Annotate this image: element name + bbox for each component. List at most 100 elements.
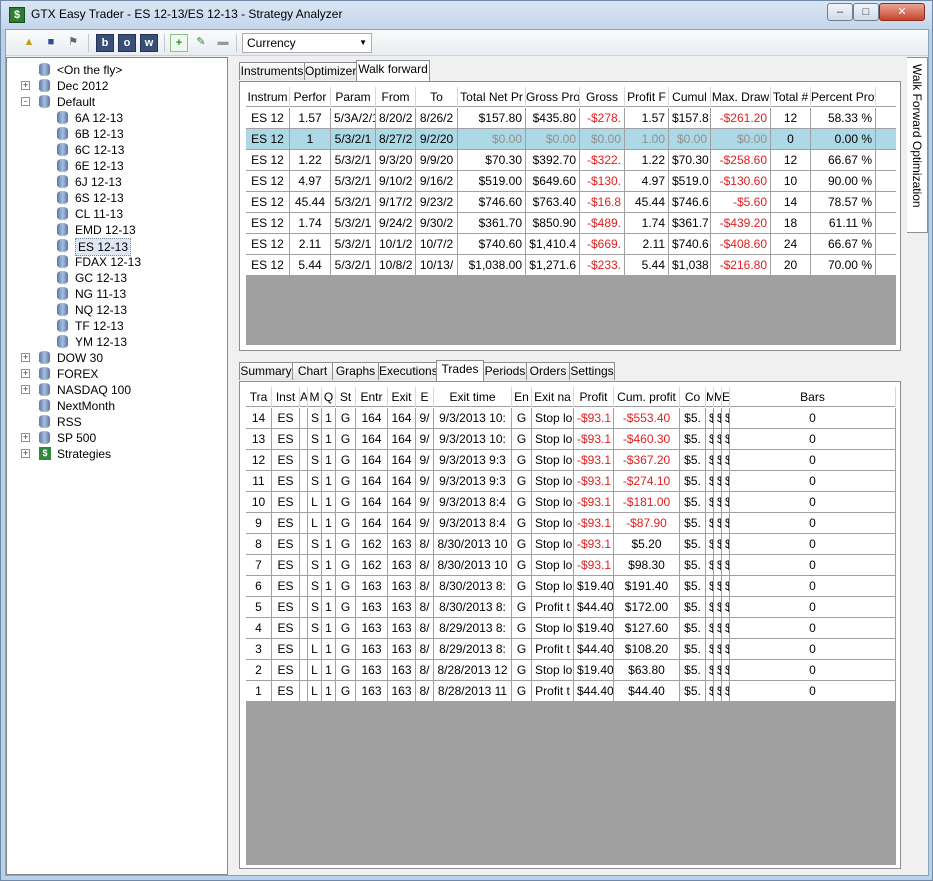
- tree-item[interactable]: 6E 12-13: [7, 158, 227, 174]
- tab-executions[interactable]: Executions: [378, 362, 438, 380]
- expand-icon[interactable]: +: [21, 369, 30, 378]
- column-header[interactable]: Cum. profit: [614, 387, 680, 407]
- tree-item[interactable]: 6J 12-13: [7, 174, 227, 190]
- column-header[interactable]: Exit: [388, 387, 416, 407]
- column-header[interactable]: En: [512, 387, 532, 407]
- o-button[interactable]: o: [118, 34, 136, 52]
- tab-periods[interactable]: Periods: [483, 362, 527, 380]
- column-header[interactable]: Exit time: [434, 387, 512, 407]
- column-header[interactable]: Gross Pro: [526, 87, 580, 107]
- tree-item[interactable]: TF 12-13: [7, 318, 227, 334]
- column-header[interactable]: M: [714, 387, 722, 407]
- table-row[interactable]: 5 ES S 1 G 163 163 8/8/30/2013 8: G Profit t $44.4…: [246, 597, 896, 618]
- table-row[interactable]: 8 ES S 1 G 162 163 8/8/30/2013 10 G Stop lo -$93.1…: [246, 534, 896, 555]
- column-header[interactable]: Max. Draw: [711, 87, 771, 107]
- column-header[interactable]: A: [300, 387, 308, 407]
- tree-item[interactable]: ES 12-13: [7, 238, 227, 256]
- tree-item[interactable]: EMD 12-13: [7, 222, 227, 238]
- tree-item[interactable]: YM 12-13: [7, 334, 227, 350]
- table-row[interactable]: 9 ES L 1 G 164 164 9/9/3/2013 8:4 G Stop lo -$93.1…: [246, 513, 896, 534]
- tab-instruments[interactable]: Instruments: [239, 62, 305, 80]
- table-row[interactable]: ES 12 1.57 5/3A/2/1 8/20/2 8/26/2 $157.80 $435…: [246, 108, 896, 129]
- table-row[interactable]: 10 ES L 1 G 164 164 9/9/3/2013 8:4 G Stop lo -$93.…: [246, 492, 896, 513]
- column-header[interactable]: St: [336, 387, 356, 407]
- column-header[interactable]: Co: [680, 387, 706, 407]
- table-row[interactable]: 3 ES L 1 G 163 163 8/8/29/2013 8: G Profit t $44.4…: [246, 639, 896, 660]
- table-row[interactable]: 2 ES L 1 G 163 163 8/8/28/2013 12 G Stop lo $19.40…: [246, 660, 896, 681]
- tab-trades[interactable]: Trades: [436, 360, 484, 381]
- column-header[interactable]: To: [416, 87, 458, 107]
- tree-item[interactable]: + NASDAQ 100: [7, 382, 227, 398]
- column-header[interactable]: Inst: [272, 387, 300, 407]
- tree-item[interactable]: <On the fly>: [7, 62, 227, 78]
- expand-icon[interactable]: +: [21, 81, 30, 90]
- table-row[interactable]: ES 12 45.44 5/3/2/1 9/17/2 9/23/2 $746.60 $763…: [246, 192, 896, 213]
- tree-item[interactable]: 6S 12-13: [7, 190, 227, 206]
- flag-icon[interactable]: ⚑: [64, 34, 82, 52]
- expand-icon[interactable]: +: [21, 449, 30, 458]
- table-row[interactable]: 7 ES S 1 G 162 163 8/8/30/2013 10 G Stop lo -$93.1…: [246, 555, 896, 576]
- tab-walk-forward[interactable]: Walk forward: [356, 60, 430, 81]
- column-header[interactable]: Entr: [356, 387, 388, 407]
- remove-icon[interactable]: ▬: [214, 34, 232, 52]
- tree-item[interactable]: FDAX 12-13: [7, 254, 227, 270]
- table-row[interactable]: 12 ES S 1 G 164 164 9/9/3/2013 9:3 G Stop lo -$93.…: [246, 450, 896, 471]
- table-row[interactable]: ES 12 1.74 5/3/2/1 9/24/2 9/30/2 $361.70 $850.…: [246, 213, 896, 234]
- tree-item[interactable]: + FOREX: [7, 366, 227, 382]
- tree-item[interactable]: NQ 12-13: [7, 302, 227, 318]
- tab-orders[interactable]: Orders: [526, 362, 570, 380]
- tab-chart[interactable]: Chart: [292, 362, 333, 380]
- save-icon[interactable]: ■: [42, 34, 60, 52]
- expand-icon[interactable]: +: [21, 433, 30, 442]
- column-header[interactable]: Cumul: [669, 87, 711, 107]
- tree-item[interactable]: NextMonth: [7, 398, 227, 414]
- column-header[interactable]: E: [416, 387, 434, 407]
- column-header[interactable]: Percent Prof: [811, 87, 876, 107]
- close-button[interactable]: ✕: [879, 3, 925, 21]
- maximize-button[interactable]: □: [853, 3, 879, 21]
- table-row[interactable]: 14 ES S 1 G 164 164 9/9/3/2013 10: G Stop lo -$93.…: [246, 408, 896, 429]
- tree-item[interactable]: + Dec 2012: [7, 78, 227, 94]
- column-header[interactable]: From: [376, 87, 416, 107]
- tree-item[interactable]: RSS: [7, 414, 227, 430]
- table-row[interactable]: 13 ES S 1 G 164 164 9/9/3/2013 10: G Stop lo -$93.…: [246, 429, 896, 450]
- column-header[interactable]: Gross: [580, 87, 625, 107]
- column-header[interactable]: Param: [331, 87, 376, 107]
- table-row[interactable]: ES 12 5.44 5/3/2/1 10/8/2 10/13/$1,038.00 $1,…: [246, 255, 896, 276]
- tab-settings[interactable]: Settings: [569, 362, 615, 380]
- column-header[interactable]: Perfor: [290, 87, 331, 107]
- column-header[interactable]: Profit F: [625, 87, 669, 107]
- edit-icon[interactable]: ✎: [192, 34, 210, 52]
- tab-summary[interactable]: Summary: [239, 362, 293, 380]
- walk-forward-optimization-sidetab[interactable]: Walk Forward Optimization: [907, 57, 928, 233]
- expand-icon[interactable]: +: [21, 353, 30, 362]
- tree-item[interactable]: + SP 500: [7, 430, 227, 446]
- tree-item[interactable]: 6C 12-13: [7, 142, 227, 158]
- tab-optimizer[interactable]: Optimizer: [304, 62, 357, 80]
- table-row[interactable]: ES 12 2.11 5/3/2/1 10/1/2 10/7/2 $740.60 $1,41…: [246, 234, 896, 255]
- currency-dropdown[interactable]: Currency ▼: [242, 33, 372, 53]
- title-bar[interactable]: $ GTX Easy Trader - ES 12-13/ES 12-13 - …: [1, 1, 932, 29]
- tree-item[interactable]: NG 11-13: [7, 286, 227, 302]
- column-header[interactable]: Exit na: [532, 387, 574, 407]
- tree-item[interactable]: 6B 12-13: [7, 126, 227, 142]
- column-header[interactable]: E: [722, 387, 730, 407]
- column-header[interactable]: Total #: [771, 87, 811, 107]
- minimize-button[interactable]: –: [827, 3, 853, 21]
- table-row[interactable]: 11 ES S 1 G 164 164 9/9/3/2013 9:3 G Stop lo -$93.…: [246, 471, 896, 492]
- b-button[interactable]: b: [96, 34, 114, 52]
- column-header[interactable]: Total Net Pr: [458, 87, 526, 107]
- collapse-icon[interactable]: -: [21, 97, 30, 106]
- column-header[interactable]: M: [706, 387, 714, 407]
- tree-item[interactable]: + DOW 30: [7, 350, 227, 366]
- tree-item[interactable]: CL 11-13: [7, 206, 227, 222]
- expand-icon[interactable]: +: [21, 385, 30, 394]
- column-header[interactable]: Q: [322, 387, 336, 407]
- tab-graphs[interactable]: Graphs: [332, 362, 379, 380]
- instrument-tree[interactable]: <On the fly> + Dec 2012 - Default 6A 12-13 6B …: [6, 57, 228, 875]
- column-header[interactable]: M: [308, 387, 322, 407]
- table-row[interactable]: 1 ES L 1 G 163 163 8/8/28/2013 11 G Profit t $44.4…: [246, 681, 896, 702]
- column-header[interactable]: Profit: [574, 387, 614, 407]
- tree-item[interactable]: + $ Strategies: [7, 446, 227, 462]
- column-header[interactable]: Tra: [246, 387, 272, 407]
